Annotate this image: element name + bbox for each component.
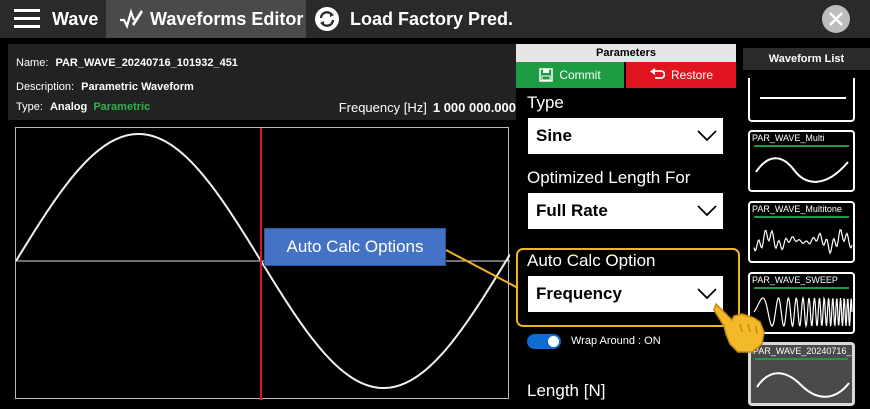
pointing-hand-icon xyxy=(713,302,765,353)
optimized-length-select[interactable]: Full Rate xyxy=(528,193,723,229)
waveform-thumbnail xyxy=(753,229,853,255)
parameters-header: Parameters xyxy=(516,44,736,62)
waveform-list-title: Waveform List xyxy=(768,53,845,65)
chevron-down-icon xyxy=(697,205,717,217)
undo-icon xyxy=(649,68,665,79)
waveform-item-bar xyxy=(755,358,848,360)
restore-label: Restore xyxy=(670,68,714,82)
type-select[interactable]: Sine xyxy=(528,118,723,154)
restore-button[interactable]: Restore xyxy=(626,62,736,88)
waveform-list-header: Waveform List xyxy=(743,48,870,70)
waveform-item-name: PAR_WAVE_SWEEP xyxy=(752,275,838,285)
toggle-knob xyxy=(548,336,559,347)
commit-label: Commit xyxy=(559,68,601,82)
optimized-length-value: Full Rate xyxy=(536,201,608,220)
auto-calc-label: Auto Calc Option xyxy=(527,251,656,270)
type-param-label: Type xyxy=(527,93,564,112)
waveform-item-name: PAR_WAVE_Multi xyxy=(752,133,825,143)
waveform-list-item[interactable] xyxy=(748,78,855,122)
waveform-thumbnail xyxy=(756,372,850,398)
auto-calc-select[interactable]: Frequency xyxy=(528,276,723,312)
length-label: Length [N] xyxy=(527,381,606,400)
waveform-thumbnail xyxy=(760,97,846,99)
auto-calc-value: Frequency xyxy=(536,284,622,303)
waveform-thumbnail xyxy=(755,157,849,183)
commit-button[interactable]: Commit xyxy=(516,62,624,88)
chevron-down-icon xyxy=(697,130,717,142)
save-icon xyxy=(539,68,554,82)
waveform-list-item[interactable]: PAR_WAVE_Multi xyxy=(748,130,855,192)
waveform-item-name: PAR_WAVE_Multitone xyxy=(752,204,842,214)
wrap-around-label: Wrap Around : ON xyxy=(571,335,661,347)
type-select-value: Sine xyxy=(536,126,572,145)
parameters-title: Parameters xyxy=(596,47,656,59)
waveform-list-item[interactable]: PAR_WAVE_Multitone xyxy=(748,201,855,263)
waveform-item-bar xyxy=(754,287,849,289)
waveform-item-bar xyxy=(754,216,849,218)
wrap-around-toggle[interactable] xyxy=(527,334,561,349)
optimized-length-label: Optimized Length For xyxy=(527,168,691,187)
waveform-item-bar xyxy=(754,145,849,147)
